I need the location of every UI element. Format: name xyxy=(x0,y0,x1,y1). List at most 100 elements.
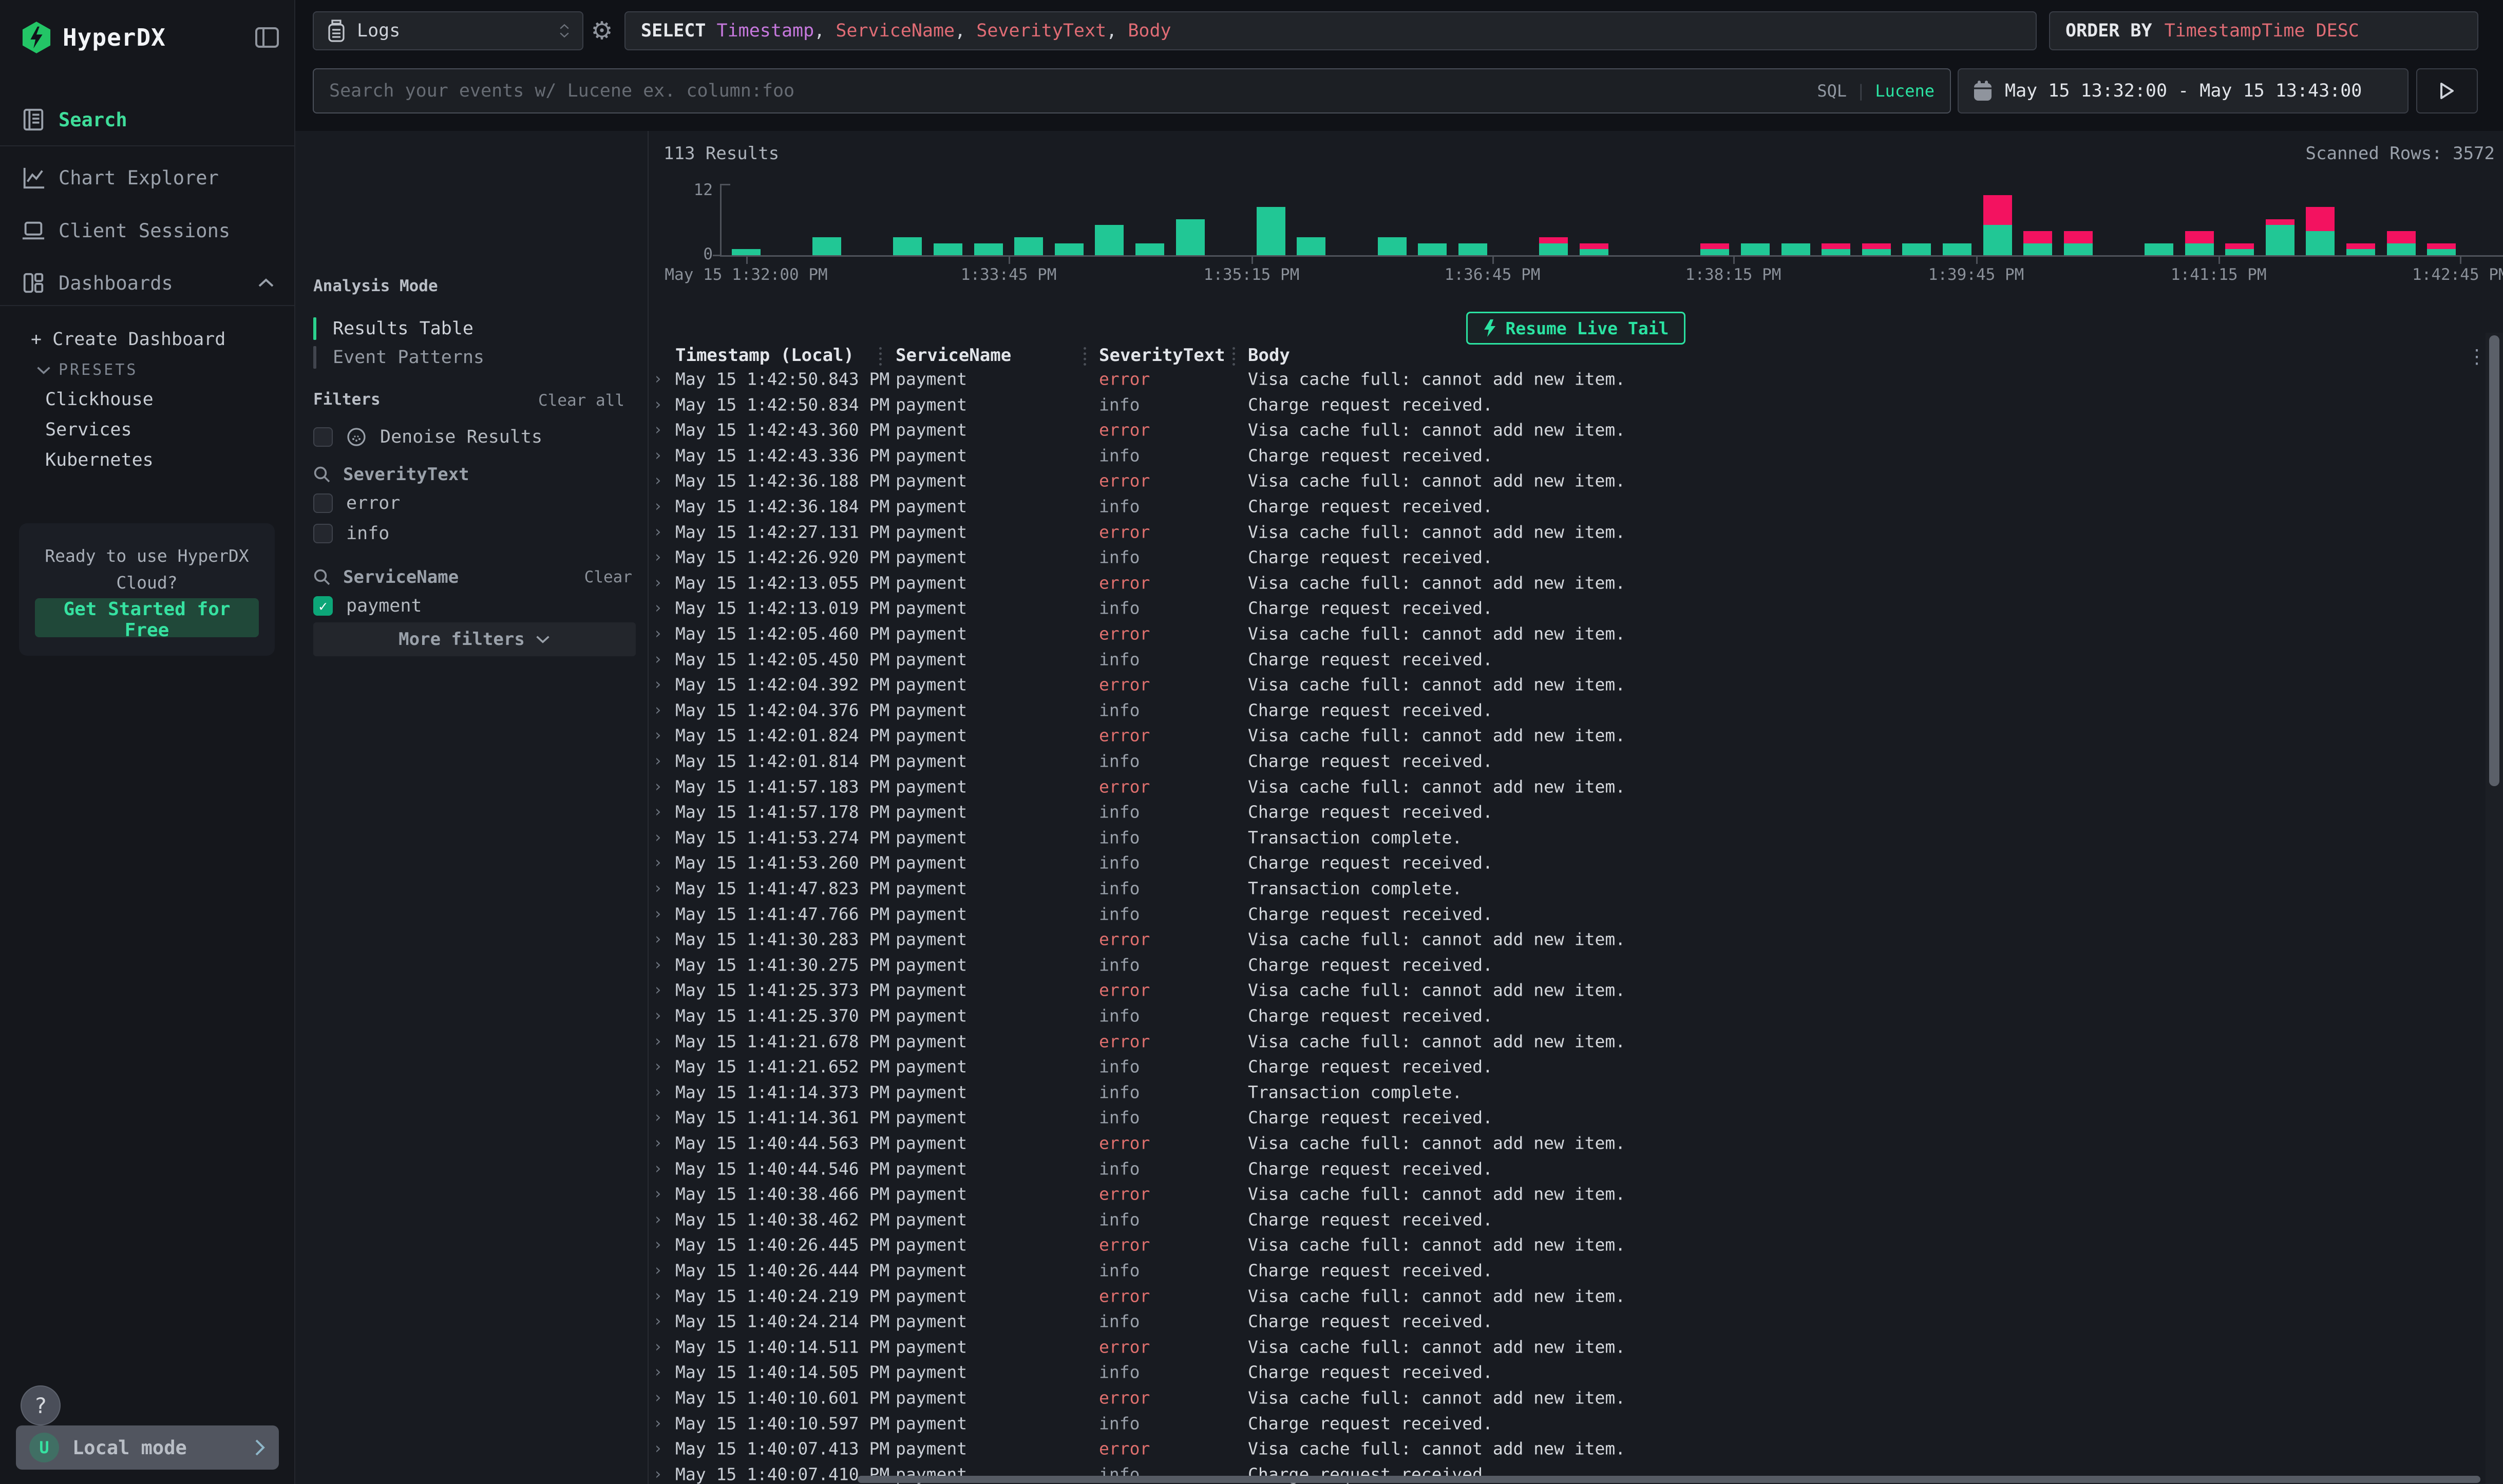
table-row[interactable]: ›May 15 1:42:05.460 PMpaymenterrorVisa c… xyxy=(649,621,2482,646)
denoise-checkbox[interactable] xyxy=(313,427,333,447)
row-expand-chevron-icon[interactable]: › xyxy=(653,956,662,974)
row-expand-chevron-icon[interactable]: › xyxy=(653,574,662,592)
table-row[interactable]: ›May 15 1:42:50.834 PMpaymentinfoCharge … xyxy=(649,392,2482,417)
checkbox-info[interactable] xyxy=(313,524,333,543)
table-row[interactable]: ›May 15 1:42:04.392 PMpaymenterrorVisa c… xyxy=(649,672,2482,697)
table-row[interactable]: ›May 15 1:40:26.445 PMpaymenterrorVisa c… xyxy=(649,1232,2482,1258)
table-row[interactable]: ›May 15 1:40:14.511 PMpaymenterrorVisa c… xyxy=(649,1334,2482,1360)
table-row[interactable]: ›May 15 1:41:47.823 PMpaymentinfoTransac… xyxy=(649,876,2482,901)
table-row[interactable]: ›May 15 1:41:47.766 PMpaymentinfoCharge … xyxy=(649,901,2482,927)
row-expand-chevron-icon[interactable]: › xyxy=(653,828,662,846)
table-row[interactable]: ›May 15 1:40:38.462 PMpaymentinfoCharge … xyxy=(649,1207,2482,1232)
table-row[interactable]: ›May 15 1:42:50.843 PMpaymenterrorVisa c… xyxy=(649,366,2482,392)
clear-all-filters-button[interactable]: Clear all xyxy=(538,391,624,410)
table-row[interactable]: ›May 15 1:42:01.814 PMpaymentinfoCharge … xyxy=(649,748,2482,774)
table-row[interactable]: ›May 15 1:41:30.283 PMpaymenterrorVisa c… xyxy=(649,926,2482,952)
sidebar-preset-kubernetes[interactable]: Kubernetes xyxy=(45,450,154,470)
table-row[interactable]: ›May 15 1:41:53.260 PMpaymentinfoCharge … xyxy=(649,850,2482,876)
sidebar-preset-clickhouse[interactable]: Clickhouse xyxy=(45,389,154,410)
row-expand-chevron-icon[interactable]: › xyxy=(653,1465,662,1483)
row-expand-chevron-icon[interactable]: › xyxy=(653,1134,662,1152)
clear-filter-group-button[interactable]: Clear xyxy=(584,568,632,586)
row-expand-chevron-icon[interactable]: › xyxy=(653,1338,662,1356)
row-expand-chevron-icon[interactable]: › xyxy=(653,1236,662,1254)
table-row[interactable]: ›May 15 1:40:24.214 PMpaymentinfoCharge … xyxy=(649,1308,2482,1334)
table-row[interactable]: ›May 15 1:42:27.131 PMpaymenterrorVisa c… xyxy=(649,519,2482,545)
sidebar-item-chart-explorer[interactable]: Chart Explorer xyxy=(22,163,284,193)
sidebar-item-dashboards[interactable]: Dashboards xyxy=(22,268,284,298)
table-row[interactable]: ›May 15 1:41:25.373 PMpaymenterrorVisa c… xyxy=(649,977,2482,1003)
checkbox-payment[interactable]: ✓ xyxy=(313,596,333,616)
row-expand-chevron-icon[interactable]: › xyxy=(653,777,662,795)
presets-header[interactable]: PRESETS xyxy=(36,361,138,379)
column-header-servicename[interactable]: ServiceName xyxy=(896,345,1011,366)
row-expand-chevron-icon[interactable]: › xyxy=(653,803,662,821)
row-expand-chevron-icon[interactable]: › xyxy=(653,370,662,388)
row-expand-chevron-icon[interactable]: › xyxy=(653,421,662,439)
row-expand-chevron-icon[interactable]: › xyxy=(653,1007,662,1025)
column-header-severitytext[interactable]: SeverityText xyxy=(1099,345,1225,366)
resume-live-tail-button[interactable]: Resume Live Tail xyxy=(1466,312,1686,345)
table-row[interactable]: ›May 15 1:41:53.274 PMpaymentinfoTransac… xyxy=(649,825,2482,850)
sql-select-input[interactable]: SELECT Timestamp, ServiceName, SeverityT… xyxy=(624,11,2037,50)
table-row[interactable]: ›May 15 1:42:43.360 PMpaymenterrorVisa c… xyxy=(649,417,2482,443)
table-row[interactable]: ›May 15 1:40:07.413 PMpaymenterrorVisa c… xyxy=(649,1436,2482,1461)
row-expand-chevron-icon[interactable]: › xyxy=(653,446,662,464)
row-expand-chevron-icon[interactable]: › xyxy=(653,1287,662,1305)
table-row[interactable]: ›May 15 1:41:21.652 PMpaymentinfoCharge … xyxy=(649,1054,2482,1079)
row-expand-chevron-icon[interactable]: › xyxy=(653,1262,662,1280)
mode-event-patterns[interactable]: Event Patterns xyxy=(313,346,627,369)
row-expand-chevron-icon[interactable]: › xyxy=(653,1210,662,1228)
row-expand-chevron-icon[interactable]: › xyxy=(653,727,662,745)
row-expand-chevron-icon[interactable]: › xyxy=(653,498,662,516)
table-row[interactable]: ›May 15 1:42:26.920 PMpaymentinfoCharge … xyxy=(649,544,2482,570)
vertical-scrollbar-thumb[interactable] xyxy=(2489,335,2499,786)
search-input[interactable]: Search your events w/ Lucene ex. column:… xyxy=(313,68,1951,113)
help-button[interactable]: ? xyxy=(21,1385,61,1425)
row-expand-chevron-icon[interactable]: › xyxy=(653,1389,662,1407)
row-expand-chevron-icon[interactable]: › xyxy=(653,752,662,770)
user-menu[interactable]: U Local mode xyxy=(16,1425,279,1470)
checkbox-error[interactable] xyxy=(313,493,333,513)
source-select[interactable]: Logs xyxy=(313,11,583,50)
row-expand-chevron-icon[interactable]: › xyxy=(653,523,662,541)
row-expand-chevron-icon[interactable]: › xyxy=(653,1414,662,1432)
row-expand-chevron-icon[interactable]: › xyxy=(653,701,662,719)
row-expand-chevron-icon[interactable]: › xyxy=(653,472,662,490)
table-row[interactable]: ›May 15 1:40:44.546 PMpaymentinfoCharge … xyxy=(649,1156,2482,1182)
row-expand-chevron-icon[interactable]: › xyxy=(653,676,662,694)
horizontal-scrollbar-thumb[interactable] xyxy=(858,1476,2480,1483)
table-row[interactable]: ›May 15 1:41:14.361 PMpaymentinfoCharge … xyxy=(649,1105,2482,1130)
table-row[interactable]: ›May 15 1:42:04.376 PMpaymentinfoCharge … xyxy=(649,697,2482,723)
table-row[interactable]: ›May 15 1:42:05.450 PMpaymentinfoCharge … xyxy=(649,646,2482,672)
filter-option-info[interactable]: info xyxy=(313,521,632,546)
row-expand-chevron-icon[interactable]: › xyxy=(653,395,662,413)
row-expand-chevron-icon[interactable]: › xyxy=(653,1109,662,1127)
get-started-button[interactable]: Get Started for Free xyxy=(35,598,259,637)
sidebar-preset-services[interactable]: Services xyxy=(45,420,132,440)
sidebar-item-search[interactable]: Search xyxy=(22,105,284,135)
row-expand-chevron-icon[interactable]: › xyxy=(653,1058,662,1076)
table-row[interactable]: ›May 15 1:41:25.370 PMpaymentinfoCharge … xyxy=(649,1003,2482,1029)
row-expand-chevron-icon[interactable]: › xyxy=(653,981,662,999)
row-expand-chevron-icon[interactable]: › xyxy=(653,905,662,923)
table-row[interactable]: ›May 15 1:40:14.505 PMpaymentinfoCharge … xyxy=(649,1359,2482,1385)
time-range-picker[interactable]: May 15 13:32:00 - May 15 13:43:00 xyxy=(1958,68,2409,113)
toggle-lucene-option[interactable]: Lucene xyxy=(1875,81,1935,101)
source-settings-button[interactable]: ⚙ xyxy=(587,11,616,50)
table-row[interactable]: ›May 15 1:41:21.678 PMpaymenterrorVisa c… xyxy=(649,1029,2482,1054)
row-expand-chevron-icon[interactable]: › xyxy=(653,548,662,566)
create-dashboard-button[interactable]: + Create Dashboard xyxy=(31,329,225,350)
row-expand-chevron-icon[interactable]: › xyxy=(653,930,662,948)
run-query-button[interactable] xyxy=(2416,68,2478,113)
row-expand-chevron-icon[interactable]: › xyxy=(653,625,662,643)
table-row[interactable]: ›May 15 1:40:10.597 PMpaymentinfoCharge … xyxy=(649,1411,2482,1436)
table-row[interactable]: ›May 15 1:40:24.219 PMpaymenterrorVisa c… xyxy=(649,1283,2482,1309)
row-expand-chevron-icon[interactable]: › xyxy=(653,1185,662,1203)
table-row[interactable]: ›May 15 1:40:38.466 PMpaymenterrorVisa c… xyxy=(649,1181,2482,1207)
row-expand-chevron-icon[interactable]: › xyxy=(653,650,662,668)
row-expand-chevron-icon[interactable]: › xyxy=(653,1312,662,1330)
sidebar-item-client-sessions[interactable]: Client Sessions xyxy=(22,216,284,245)
toggle-sql-option[interactable]: SQL xyxy=(1817,81,1847,101)
table-row[interactable]: ›May 15 1:40:26.444 PMpaymentinfoCharge … xyxy=(649,1258,2482,1283)
